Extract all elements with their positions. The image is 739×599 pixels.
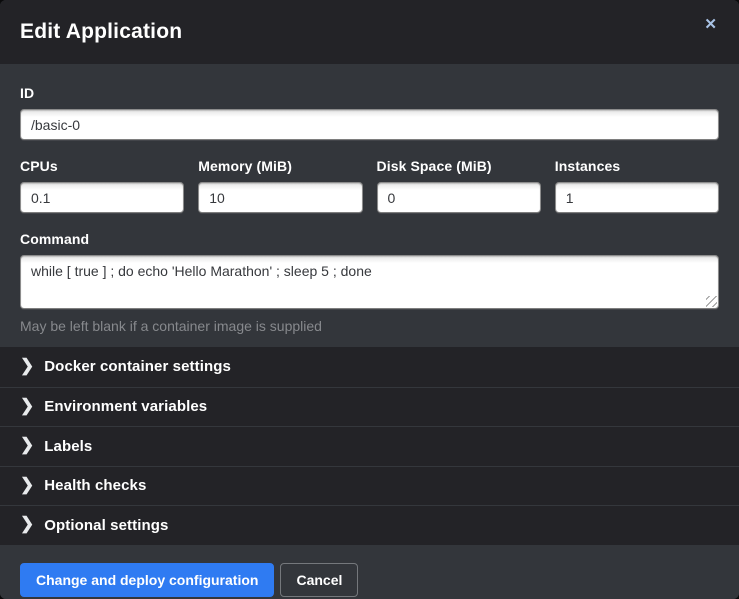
modal-header: Edit Application ✕ bbox=[0, 0, 739, 64]
resources-row: CPUs Memory (MiB) Disk Space (MiB) Insta… bbox=[20, 158, 719, 213]
section-labels[interactable]: ❯ Labels bbox=[0, 426, 739, 466]
id-field-group: ID bbox=[20, 85, 719, 140]
modal-title: Edit Application bbox=[20, 20, 182, 44]
section-label: Health checks bbox=[44, 477, 146, 494]
disk-field-group: Disk Space (MiB) bbox=[377, 158, 541, 213]
instances-field-group: Instances bbox=[555, 158, 719, 213]
section-docker-container-settings[interactable]: ❯ Docker container settings bbox=[0, 347, 739, 387]
change-and-deploy-button[interactable]: Change and deploy configuration bbox=[20, 563, 274, 597]
command-help-text: May be left blank if a container image i… bbox=[20, 318, 719, 334]
section-environment-variables[interactable]: ❯ Environment variables bbox=[0, 387, 739, 427]
command-input[interactable]: while [ true ] ; do echo 'Hello Marathon… bbox=[20, 255, 719, 309]
chevron-right-icon: ❯ bbox=[20, 357, 34, 374]
section-optional-settings[interactable]: ❯ Optional settings bbox=[0, 505, 739, 545]
cancel-button[interactable]: Cancel bbox=[280, 563, 358, 597]
disk-input[interactable] bbox=[377, 182, 541, 213]
cpus-label: CPUs bbox=[20, 158, 184, 174]
cpus-input[interactable] bbox=[20, 182, 184, 213]
chevron-right-icon: ❯ bbox=[20, 515, 34, 532]
instances-label: Instances bbox=[555, 158, 719, 174]
modal-footer: Change and deploy configuration Cancel bbox=[0, 545, 739, 599]
section-label: Docker container settings bbox=[44, 358, 231, 375]
memory-input[interactable] bbox=[198, 182, 362, 213]
disk-label: Disk Space (MiB) bbox=[377, 158, 541, 174]
chevron-right-icon: ❯ bbox=[20, 397, 34, 414]
id-label: ID bbox=[20, 85, 719, 101]
section-label: Labels bbox=[44, 438, 92, 455]
chevron-right-icon: ❯ bbox=[20, 436, 34, 453]
section-label: Optional settings bbox=[44, 517, 168, 534]
memory-label: Memory (MiB) bbox=[198, 158, 362, 174]
edit-application-modal: Edit Application ✕ ID CPUs Memory (MiB) … bbox=[0, 0, 739, 599]
close-icon[interactable]: ✕ bbox=[702, 13, 719, 36]
application-form: ID CPUs Memory (MiB) Disk Space (MiB) In… bbox=[0, 64, 739, 347]
id-input[interactable] bbox=[20, 109, 719, 140]
settings-accordion: ❯ Docker container settings ❯ Environmen… bbox=[0, 347, 739, 545]
section-health-checks[interactable]: ❯ Health checks bbox=[0, 466, 739, 506]
command-label: Command bbox=[20, 231, 719, 247]
cpus-field-group: CPUs bbox=[20, 158, 184, 213]
section-label: Environment variables bbox=[44, 398, 207, 415]
instances-input[interactable] bbox=[555, 182, 719, 213]
command-field-group: Command while [ true ] ; do echo 'Hello … bbox=[20, 231, 719, 309]
chevron-right-icon: ❯ bbox=[20, 476, 34, 493]
memory-field-group: Memory (MiB) bbox=[198, 158, 362, 213]
